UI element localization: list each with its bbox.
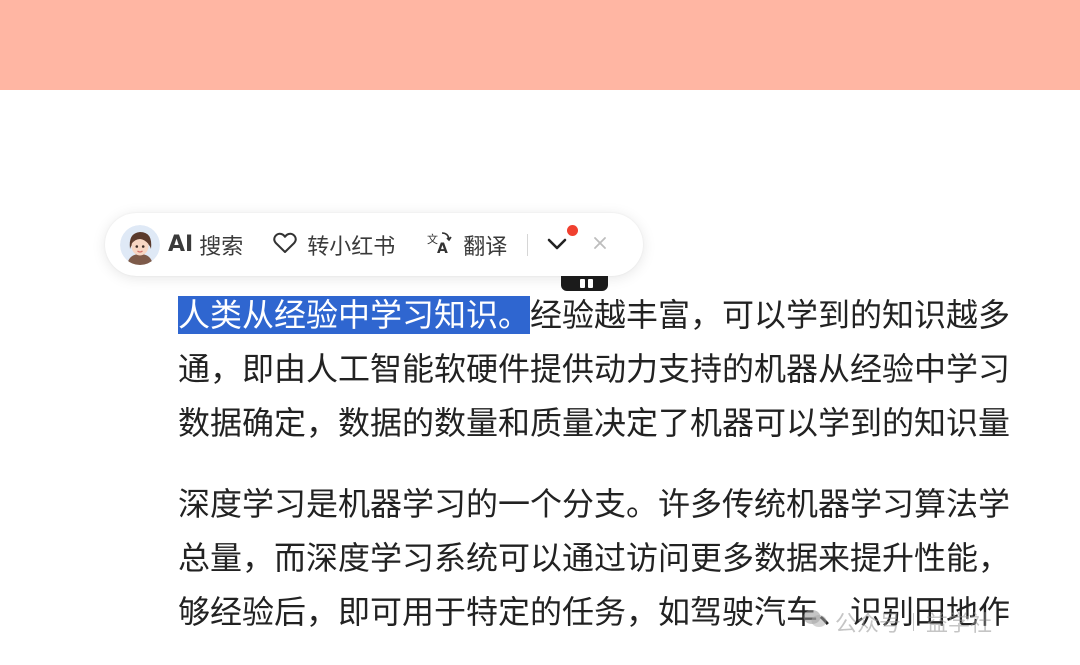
top-banner: [0, 0, 1080, 90]
chevron-down-icon: [547, 235, 567, 254]
ai-search-button[interactable]: AI 搜索: [168, 229, 243, 261]
ai-search-prefix: AI: [168, 232, 194, 257]
watermark-right: 益学社: [926, 612, 993, 637]
translate-icon: 文 A: [427, 231, 453, 259]
watermark-left: 公众号: [835, 612, 902, 637]
text-line: 通，即由人工智能软硬件提供动力支持的机器从经验中学习: [178, 350, 1011, 388]
more-button[interactable]: [545, 224, 579, 257]
to-xiaohongshu-button[interactable]: 转小红书: [273, 229, 395, 261]
text-line: 深度学习是机器学习的一个分支。许多传统机器学习算法学: [178, 485, 1011, 523]
wechat-icon: [803, 609, 827, 635]
article-body: 人类从经验中学习知识。经验越丰富，可以学到的知识越多 通，即由人工智能软硬件提供…: [178, 288, 1080, 639]
tooltip-notch: [588, 279, 593, 288]
text-line: 总量，而深度学习系统可以通过访问更多数据来提升性能，: [178, 539, 1011, 577]
text-line: 经验越丰富，可以学到的知识越多: [530, 296, 1011, 334]
text-line: 数据确定，数据的数量和质量决定了机器可以学到的知识量: [178, 404, 1011, 442]
translate-label: 翻译: [463, 234, 508, 260]
tooltip-notch: [580, 279, 585, 288]
toolbar-divider: [527, 233, 529, 256]
notification-dot: [567, 224, 579, 236]
to-xiaohongshu-label: 转小红书: [307, 234, 396, 260]
heart-icon: [273, 232, 297, 258]
selection-toolbar: AI 搜索 转小红书 文 A 翻译: [105, 213, 643, 276]
close-icon: [593, 235, 607, 254]
close-button[interactable]: [592, 237, 608, 253]
watermark-divider: [913, 613, 915, 631]
watermark: 公众号 益学社: [803, 606, 992, 638]
paragraph: 人类从经验中学习知识。经验越丰富，可以学到的知识越多 通，即由人工智能软硬件提供…: [178, 288, 1080, 450]
avatar-icon[interactable]: [120, 224, 160, 265]
translate-button[interactable]: 文 A 翻译: [427, 229, 507, 261]
svg-text:A: A: [437, 241, 448, 255]
ai-search-label: 搜索: [199, 234, 244, 260]
selected-text[interactable]: 人类从经验中学习知识。: [178, 296, 531, 334]
